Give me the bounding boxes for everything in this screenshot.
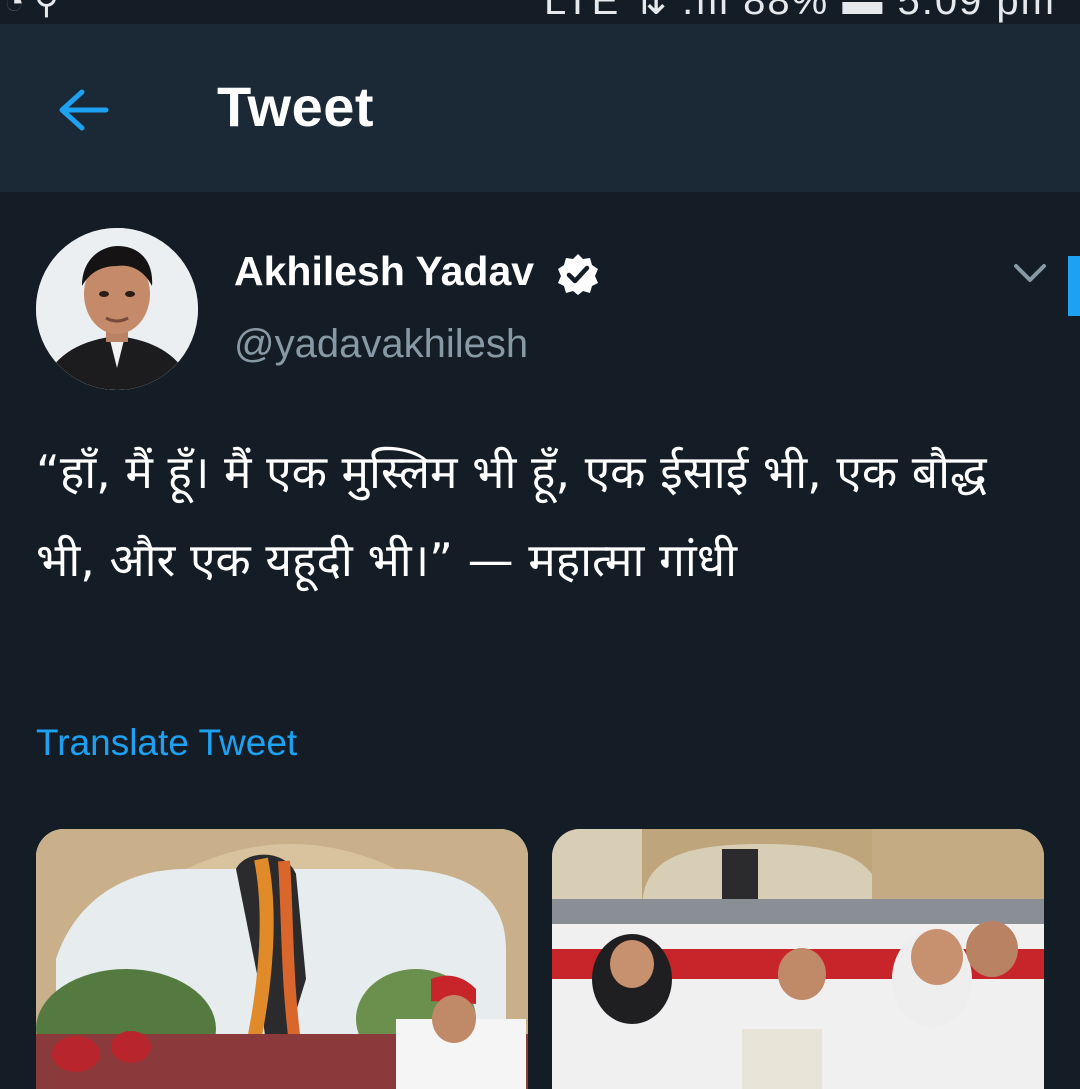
photo-crowd-group <box>552 829 1044 1089</box>
translate-tweet-link[interactable]: Translate Tweet <box>36 722 297 764</box>
status-notification-icons: ◔ ⚲ <box>4 0 59 21</box>
app-bar: Tweet <box>0 24 1080 192</box>
back-button[interactable] <box>46 80 122 140</box>
avatar-photo <box>36 228 198 390</box>
page-title: Tweet <box>217 75 375 138</box>
tweet-text: “हाँ, मैं हूँ। मैं एक मुस्लिम भी हूँ, एक… <box>36 445 987 587</box>
status-indicators: LTE ⇅ .ıll 88% ▬ 5:09 pm <box>543 0 1056 23</box>
chevron-down-icon[interactable] <box>1008 258 1052 288</box>
photo-statue-garland <box>36 829 528 1089</box>
verified-badge-icon <box>558 254 598 295</box>
author-handle[interactable]: @yadavakhilesh <box>234 322 528 367</box>
status-bar: ◔ ⚲ LTE ⇅ .ıll 88% ▬ 5:09 pm <box>0 0 1080 24</box>
author-display-name[interactable]: Akhilesh Yadav <box>234 248 534 295</box>
edge-accent <box>1068 256 1080 316</box>
tweet-photo-2[interactable] <box>552 829 1044 1089</box>
tweet-photo-1[interactable] <box>36 829 528 1089</box>
arrow-left-icon <box>59 89 109 131</box>
avatar[interactable] <box>36 228 198 390</box>
